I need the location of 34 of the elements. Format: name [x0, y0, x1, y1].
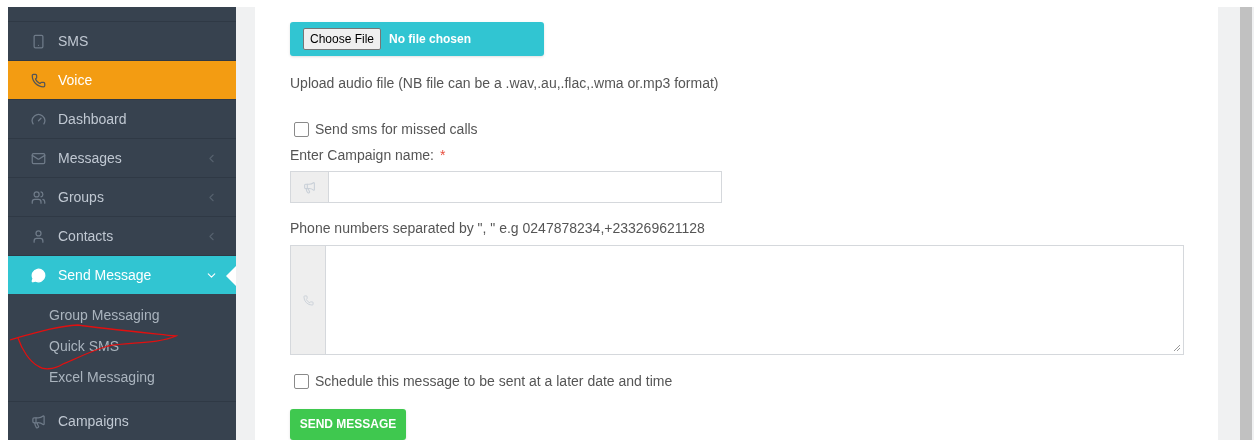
- checkbox-label: Send sms for missed calls: [315, 120, 478, 140]
- sidebar-item-label: Dashboard: [58, 109, 127, 129]
- required-mark: *: [439, 146, 446, 166]
- envelope-icon: [31, 150, 46, 166]
- campaign-name-field[interactable]: [290, 171, 722, 204]
- speech-bubble-icon: [31, 267, 46, 283]
- field-label: Enter Campaign name:: [290, 146, 434, 166]
- sidebar-item-label: Groups: [58, 187, 104, 207]
- resize-grip-icon[interactable]: [1173, 343, 1181, 352]
- sidebar-item-label: Send Message: [58, 265, 152, 285]
- checkbox[interactable]: [294, 373, 309, 389]
- phone-numbers-field[interactable]: [290, 245, 1184, 355]
- choose-file-button[interactable]: Choose File: [303, 28, 382, 51]
- file-status: No file chosen: [389, 31, 472, 49]
- field-label: Phone numbers separated by ", " e.g 0247878234,+233269621128: [290, 219, 706, 239]
- checkbox[interactable]: [294, 122, 309, 138]
- upload-help-text: Upload audio file (NB file can be a .wav,.au,.flac,.wma or.mp3 format): [290, 74, 720, 94]
- sidebar-item-label: Messages: [58, 148, 122, 168]
- user-icon: [31, 228, 46, 244]
- sidebar-item-label: SMS: [58, 31, 89, 51]
- file-upload-area[interactable]: Choose File No file chosen: [290, 22, 544, 57]
- submenu-item[interactable]: Group Messaging: [8, 300, 236, 331]
- checkbox-label: Schedule this message to be sent at a later date and time: [315, 371, 673, 391]
- megaphone-icon: [303, 180, 316, 194]
- dashboard-icon: [31, 111, 46, 127]
- phone-icon: [31, 33, 46, 49]
- submenu-item[interactable]: Excel Messaging: [8, 362, 236, 393]
- sidebar-item-label: Contacts: [58, 226, 114, 246]
- users-icon: [31, 189, 46, 205]
- phone-icon: [31, 72, 46, 88]
- phone-icon: [302, 294, 314, 306]
- sidebar-item-label: Voice: [58, 70, 93, 90]
- sidebar-item-label: Campaigns: [58, 411, 129, 431]
- megaphone-icon: [31, 413, 46, 429]
